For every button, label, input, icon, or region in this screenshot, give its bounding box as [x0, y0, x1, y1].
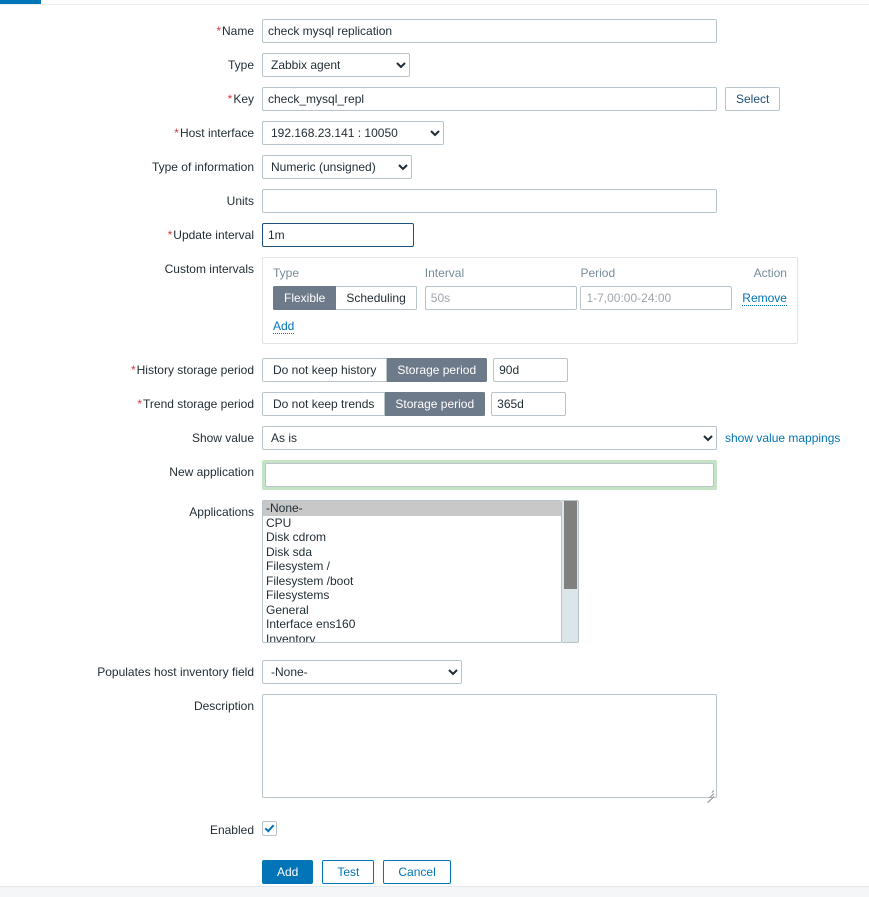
form-row-history-storage-period: *History storage period Do not keep hist… [0, 358, 869, 382]
trend-option-storage-period[interactable]: Storage period [385, 392, 486, 416]
form-row-host-inventory-field: Populates host inventory field -None- [0, 660, 869, 684]
label-enabled: Enabled [209, 823, 254, 837]
test-button[interactable]: Test [322, 860, 375, 884]
show-value-mappings-link[interactable]: show value mappings [725, 426, 840, 450]
type-select[interactable]: Zabbix agent [262, 53, 410, 77]
list-item[interactable]: CPU [263, 516, 561, 531]
host-inventory-field-select[interactable]: -None- [262, 660, 462, 684]
new-application-highlight [262, 460, 717, 490]
list-item[interactable]: Interface ens160 [263, 617, 561, 632]
host-interface-select[interactable]: 192.168.23.141 : 10050 [262, 121, 444, 145]
interval-type-option-flexible[interactable]: Flexible [273, 286, 337, 310]
list-item[interactable]: -None- [263, 501, 561, 516]
label-show-value: Show value [191, 431, 254, 445]
list-item[interactable]: Inventory [263, 632, 561, 643]
applications-listbox[interactable]: -None- CPU Disk cdrom Disk sda Filesyste… [262, 500, 562, 643]
form-row-applications: Applications -None- CPU Disk cdrom Disk … [0, 500, 869, 643]
custom-interval-add-link[interactable]: Add [273, 319, 295, 334]
tab-strip [0, 0, 869, 5]
interval-type-option-scheduling[interactable]: Scheduling [336, 286, 417, 310]
custom-interval-value-input[interactable] [424, 286, 577, 310]
custom-intervals-header: Type Interval Period Action [273, 266, 787, 286]
list-item[interactable]: General [263, 603, 561, 618]
form-row-update-interval: *Update interval [0, 223, 869, 247]
new-application-input[interactable] [265, 463, 714, 487]
form-row-show-value: Show value As is show value mappings [0, 426, 869, 450]
form-row-key: *Key Select [0, 87, 869, 111]
units-input[interactable] [262, 189, 717, 213]
active-tab-indicator [0, 0, 41, 4]
description-textarea[interactable] [262, 694, 717, 798]
applications-scrollbar[interactable] [562, 500, 579, 643]
column-header-action: Action [753, 266, 787, 280]
actions-spacer [0, 860, 262, 865]
item-configuration-form: *Name Type Zabbix agent *Key Select *Hos… [0, 5, 869, 884]
history-option-do-not-keep[interactable]: Do not keep history [262, 358, 388, 382]
form-row-type: Type Zabbix agent [0, 53, 869, 77]
enabled-checkbox[interactable] [262, 821, 277, 836]
label-description: Description [193, 699, 254, 713]
add-button[interactable]: Add [262, 860, 314, 884]
label-applications: Applications [189, 505, 254, 519]
required-asterisk-update-interval: * [167, 228, 173, 242]
form-row-new-application: New application [0, 460, 869, 490]
label-key: *Key [227, 92, 254, 106]
interval-type-toggle[interactable]: Flexible Scheduling [273, 286, 417, 310]
required-asterisk-name: * [216, 24, 221, 38]
label-custom-intervals: Custom intervals [164, 262, 254, 276]
required-asterisk-host-interface: * [174, 126, 179, 140]
list-item[interactable]: Filesystems [263, 588, 561, 603]
form-actions: Add Test Cancel [0, 860, 869, 884]
form-row-enabled: Enabled [0, 818, 869, 837]
column-header-interval: Interval [424, 266, 465, 280]
trend-storage-period-input[interactable] [491, 392, 567, 416]
history-option-storage-period[interactable]: Storage period [387, 358, 488, 382]
label-name: *Name [216, 24, 254, 38]
label-type-of-information: Type of information [151, 160, 254, 174]
form-row-trend-storage-period: *Trend storage period Do not keep trends… [0, 392, 869, 416]
show-value-select[interactable]: As is [262, 426, 717, 450]
checkmark-icon [264, 822, 275, 833]
type-of-information-select[interactable]: Numeric (unsigned) [262, 155, 412, 179]
custom-interval-period-input[interactable] [580, 286, 733, 310]
label-host-inventory-field: Populates host inventory field [97, 665, 254, 679]
label-units: Units [226, 194, 254, 208]
custom-interval-remove-link[interactable]: Remove [742, 291, 787, 306]
key-select-button[interactable]: Select [725, 87, 781, 111]
required-asterisk-trend-storage-period: * [137, 397, 143, 411]
update-interval-input[interactable] [262, 223, 414, 247]
label-type: Type [227, 58, 254, 72]
scrollbar-thumb[interactable] [564, 501, 577, 589]
column-header-period: Period [580, 266, 616, 280]
label-host-interface: *Host interface [174, 126, 254, 140]
trend-option-do-not-keep[interactable]: Do not keep trends [262, 392, 386, 416]
list-item[interactable]: Filesystem /boot [263, 574, 561, 589]
history-storage-toggle[interactable]: Do not keep history Storage period [262, 358, 488, 382]
column-header-type: Type [273, 266, 300, 280]
form-row-host-interface: *Host interface 192.168.23.141 : 10050 [0, 121, 869, 145]
custom-interval-row: Flexible Scheduling Remove [273, 286, 787, 310]
form-row-description: Description [0, 694, 869, 804]
required-asterisk-history-storage-period: * [130, 363, 136, 377]
label-update-interval: *Update interval [167, 228, 254, 242]
list-item[interactable]: Filesystem / [263, 559, 561, 574]
label-trend-storage-period: *Trend storage period [137, 397, 254, 411]
list-item[interactable]: Disk cdrom [263, 530, 561, 545]
required-asterisk-key: * [227, 92, 233, 106]
trend-storage-toggle[interactable]: Do not keep trends Storage period [262, 392, 486, 416]
list-item[interactable]: Disk sda [263, 545, 561, 560]
form-row-name: *Name [0, 19, 869, 43]
history-storage-period-input[interactable] [493, 358, 569, 382]
cancel-button[interactable]: Cancel [383, 860, 451, 884]
form-row-type-of-information: Type of information Numeric (unsigned) [0, 155, 869, 179]
page-footer [0, 886, 869, 897]
name-input[interactable] [262, 19, 717, 43]
label-history-storage-period: *History storage period [130, 363, 254, 377]
custom-intervals-panel: Type Interval Period Action Flexible Sch… [262, 257, 798, 344]
form-row-custom-intervals: Custom intervals Type Interval Period Ac… [0, 257, 869, 344]
form-row-units: Units [0, 189, 869, 213]
label-new-application: New application [169, 465, 254, 479]
key-input[interactable] [262, 87, 717, 111]
